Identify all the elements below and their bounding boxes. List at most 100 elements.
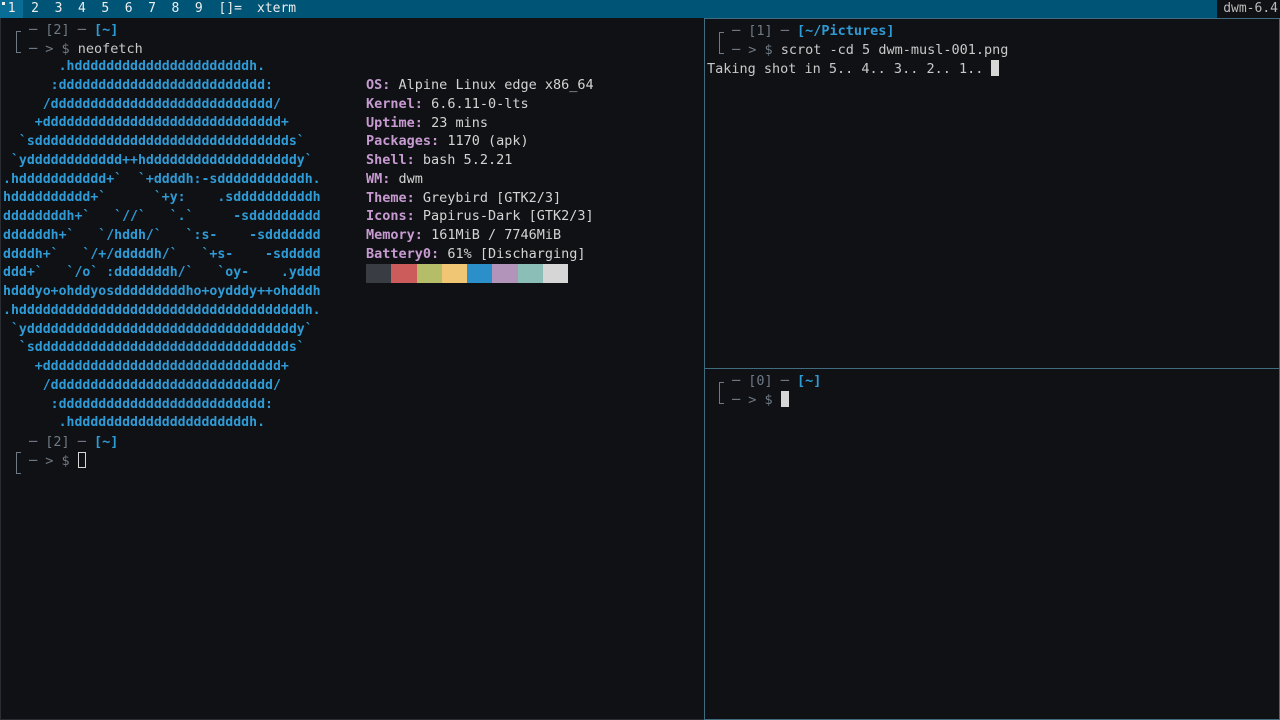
ascii-line: .hddddddddddddddddddddddh. — [3, 59, 266, 74]
prompt-bracket — [719, 382, 724, 404]
terminal-pictures[interactable]: ─ [1] ─ [~/Pictures] ─ > $ scrot -cd 5 d… — [704, 18, 1280, 369]
info-colon: : — [431, 133, 440, 150]
palette-swatch — [441, 264, 468, 283]
info-key: Kernel — [366, 95, 415, 112]
palette-swatch — [467, 264, 493, 283]
info-key: Theme — [366, 189, 407, 206]
info-value: 1170 (apk) — [447, 133, 529, 150]
palette-swatch — [543, 264, 569, 283]
info-colon: : — [406, 189, 415, 206]
info-colon: : — [406, 208, 415, 225]
info-value: 23 mins — [431, 114, 488, 131]
ascii-line: +dddddddddddddddddddddddddddddd+ — [3, 359, 289, 374]
info-value: Greybird [GTK2/3] — [422, 189, 562, 206]
info-row: Battery0: 61% [Discharging] — [366, 245, 585, 264]
window-title: xterm — [257, 1, 297, 16]
prompt-bracket — [16, 452, 21, 474]
status-text: dwm-6.4 — [1217, 0, 1280, 18]
info-row: Uptime: 23 mins — [366, 114, 488, 133]
info-value: Papirus-Dark [GTK2/3] — [422, 208, 594, 225]
alpine-ascii-logo: .hddddddddddddddddddddddh. :dddddddddddd… — [3, 58, 321, 433]
terminal-home[interactable]: ─ [0] ─ [~] ─ > $ — [704, 368, 1280, 720]
tag-2[interactable]: 2 — [23, 0, 46, 18]
ascii-line: ddddddh+` `/hddh/` `:s- -sddddddd — [3, 227, 321, 243]
prompt-header: ─ [1] ─ [~/Pictures] — [732, 23, 895, 39]
ascii-line: ddddddddh+` `//` `.` -sddddddddd — [3, 209, 321, 224]
command-line: ─ > $ neofetch — [29, 41, 143, 57]
info-value: bash 5.2.21 — [422, 152, 513, 168]
ascii-line: `sdddddddddddddddddddddddddddddddds` — [3, 340, 305, 356]
palette-swatch — [517, 264, 544, 283]
info-colon: : — [406, 152, 415, 168]
ascii-line: +dddddddddddddddddddddddddddddd+ — [3, 115, 289, 131]
info-colon: : — [431, 245, 440, 262]
info-key: Memory — [366, 227, 415, 243]
ascii-line: :dddddddddddddddddddddddddd: — [3, 396, 273, 412]
ascii-line: .hddddddddddd+` `+ddddh:-sdddddddddddh. — [3, 171, 321, 187]
tag-9[interactable]: 9 — [187, 0, 210, 18]
tag-4[interactable]: 4 — [70, 0, 93, 18]
info-value: 161MiB / 7746MiB — [431, 227, 562, 243]
prompt-header: ─ [0] ─ [~] — [732, 373, 822, 389]
ascii-line: :dddddddddddddddddddddddddd: — [3, 77, 273, 93]
tag-list: 123456789 — [0, 0, 211, 18]
info-value: dwm — [398, 170, 423, 187]
text-cursor — [991, 60, 1000, 76]
tag-6[interactable]: 6 — [117, 0, 140, 18]
info-colon: : — [414, 114, 423, 131]
prompt-header: ─ [2] ─ [~] — [29, 22, 119, 38]
color-palette — [366, 264, 569, 283]
ascii-line: .hddddddddddddddddddddddh. — [3, 415, 266, 431]
tag-occupied-indicator — [2, 2, 5, 5]
ascii-line: `ydddddddddddd++hdddddddddddddddddddy` — [3, 152, 313, 168]
info-colon: : — [382, 170, 391, 187]
palette-swatch — [391, 264, 417, 283]
command-line[interactable]: ─ > $ — [732, 391, 789, 409]
layout-symbol[interactable]: []= — [211, 0, 249, 18]
info-row: OS: Alpine Linux edge x86_64 — [366, 76, 594, 95]
ascii-line: /dddddddddddddddddddddddddddd/ — [3, 377, 281, 393]
palette-swatch — [366, 264, 392, 283]
info-row: Theme: Greybird [GTK2/3] — [366, 189, 561, 208]
ascii-line: `sdddddddddddddddddddddddddddddddds` — [3, 134, 305, 149]
info-row: Shell: bash 5.2.21 — [366, 151, 512, 170]
ascii-line: hdddyo+ohddyosdddddddddho+oydddy++ohdddh — [3, 284, 321, 299]
palette-swatch — [416, 264, 442, 283]
info-value: Alpine Linux edge x86_64 — [398, 77, 594, 93]
tag-1[interactable]: 1 — [0, 0, 24, 18]
info-row: WM: dwm — [366, 170, 423, 189]
info-row: Packages: 1170 (apk) — [366, 132, 529, 151]
info-value: 61% [Discharging] — [447, 245, 586, 262]
prompt-bracket — [16, 31, 21, 53]
info-key: WM — [366, 170, 383, 187]
ascii-line: /dddddddddddddddddddddddddddd/ — [3, 96, 281, 112]
tag-7[interactable]: 7 — [140, 0, 163, 18]
dwm-status-bar: 123456789 []= xterm dwm-6.4 — [0, 0, 1280, 18]
info-colon: : — [382, 77, 391, 93]
ascii-line: ddd+` `/o` :dddddddh/` `oy- .yddd — [3, 265, 321, 281]
text-cursor — [780, 391, 789, 407]
command-line[interactable]: ─ > $ — [29, 452, 86, 470]
info-colon: : — [414, 95, 423, 112]
info-row: Memory: 161MiB / 7746MiB — [366, 226, 561, 245]
info-value: 6.6.11-0-lts — [431, 95, 529, 112]
info-key: Shell — [366, 152, 407, 168]
ascii-line: `yddddddddddddddddddddddddddddddddddy` — [3, 321, 313, 337]
info-row: Kernel: 6.6.11-0-lts — [366, 95, 529, 114]
tag-5[interactable]: 5 — [94, 0, 117, 18]
info-key: Packages — [366, 133, 432, 150]
text-cursor — [77, 452, 86, 468]
command-line: ─ > $ scrot -cd 5 dwm-musl-001.png — [732, 42, 1009, 58]
info-row: Icons: Papirus-Dark [GTK2/3] — [366, 207, 594, 226]
command-output: Taking shot in 5.. 4.. 3.. 2.. 1.. — [707, 60, 1000, 78]
info-key: OS — [366, 77, 383, 93]
tag-3[interactable]: 3 — [47, 0, 70, 18]
info-colon: : — [414, 227, 423, 243]
prompt-bracket — [719, 32, 724, 54]
terminal-main[interactable]: ─ [2] ─ [~] ─ > $ neofetch .hddddddddddd… — [0, 18, 705, 720]
tag-8[interactable]: 8 — [164, 0, 187, 18]
ascii-line: .hddddddddddddddddddddddddddddddddddddh. — [3, 302, 321, 318]
palette-swatch — [492, 264, 518, 283]
prompt-header: ─ [2] ─ [~] — [29, 434, 119, 450]
info-key: Battery0 — [366, 245, 432, 262]
